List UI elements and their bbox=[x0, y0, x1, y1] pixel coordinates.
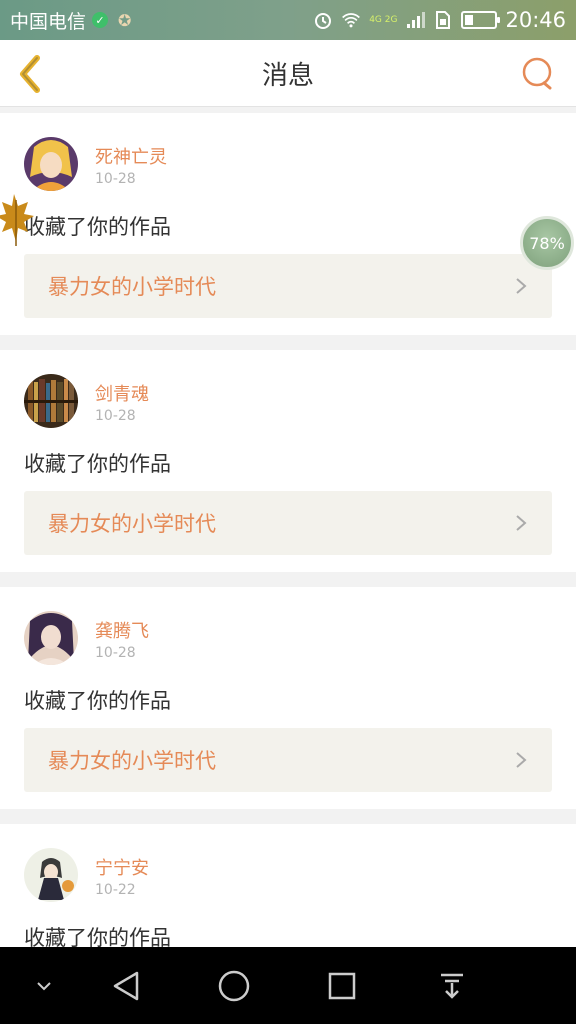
battery-icon bbox=[461, 11, 501, 29]
app-header: 消息 bbox=[0, 40, 576, 107]
username[interactable]: 剑青魂 bbox=[95, 380, 149, 406]
search-icon bbox=[522, 57, 552, 90]
notification-pull-icon bbox=[441, 973, 463, 999]
shield-check-icon: ✓ bbox=[92, 12, 109, 28]
message-date: 10-28 bbox=[95, 645, 136, 661]
work-title: 暴力女的小学时代 bbox=[48, 275, 216, 299]
network-type-label: 4G 2G bbox=[369, 14, 398, 25]
list-item: 死神亡灵 10-28 收藏了你的作品 暴力女的小学时代 bbox=[0, 113, 576, 335]
message-date: 10-28 bbox=[95, 171, 136, 187]
work-link[interactable]: 暴力女的小学时代 bbox=[24, 728, 552, 792]
chevron-right-icon bbox=[516, 752, 527, 768]
maple-leaf-icon bbox=[0, 194, 34, 246]
alarm-icon bbox=[313, 10, 333, 30]
home-nav-button[interactable] bbox=[212, 947, 256, 1024]
avatar[interactable] bbox=[24, 611, 78, 665]
avatar[interactable] bbox=[24, 374, 78, 428]
system-nav-bar bbox=[0, 947, 576, 1024]
message-action: 收藏了你的作品 bbox=[24, 215, 171, 239]
username[interactable]: 死神亡灵 bbox=[95, 143, 167, 169]
message-date: 10-28 bbox=[95, 408, 136, 424]
chevron-right-icon bbox=[516, 515, 527, 531]
list-item: 宁宁安 10-22 收藏了你的作品 bbox=[0, 824, 576, 947]
work-title: 暴力女的小学时代 bbox=[48, 749, 216, 773]
back-triangle-icon bbox=[113, 971, 139, 1000]
clock: 20:46 bbox=[505, 8, 566, 32]
work-link[interactable]: 暴力女的小学时代 bbox=[24, 254, 552, 318]
memory-boost-bubble[interactable]: 78% bbox=[520, 216, 574, 270]
notification-pull-button[interactable] bbox=[430, 947, 474, 1024]
work-link[interactable]: 暴力女的小学时代 bbox=[24, 491, 552, 555]
collapse-icon bbox=[37, 981, 51, 990]
collapse-button[interactable] bbox=[24, 947, 64, 1024]
avatar[interactable] bbox=[24, 848, 78, 902]
back-nav-button[interactable] bbox=[104, 947, 148, 1024]
username[interactable]: 宁宁安 bbox=[95, 854, 149, 880]
memory-percent: 78% bbox=[529, 233, 565, 253]
chevron-right-icon bbox=[516, 278, 527, 294]
page-title: 消息 bbox=[261, 60, 314, 91]
message-date: 10-22 bbox=[95, 882, 136, 898]
chevron-left-icon bbox=[20, 55, 40, 93]
message-action: 收藏了你的作品 bbox=[24, 452, 171, 476]
status-bar: 中国电信 ✓ ✪ 4G 2G 20:46 bbox=[0, 0, 576, 40]
list-item: 剑青魂 10-28 收藏了你的作品 暴力女的小学时代 bbox=[0, 350, 576, 572]
message-list[interactable]: 死神亡灵 10-28 收藏了你的作品 暴力女的小学时代 剑青魂 10-28 收藏… bbox=[0, 113, 576, 947]
home-circle-icon bbox=[218, 970, 250, 1001]
username[interactable]: 龚腾飞 bbox=[95, 617, 149, 643]
star-icon: ✪ bbox=[118, 10, 132, 30]
sim-icon bbox=[433, 10, 453, 30]
work-title: 暴力女的小学时代 bbox=[48, 512, 216, 536]
message-action: 收藏了你的作品 bbox=[24, 926, 171, 947]
message-action: 收藏了你的作品 bbox=[24, 689, 171, 713]
signal-icon bbox=[405, 10, 426, 30]
wifi-icon bbox=[341, 10, 361, 30]
search-button[interactable] bbox=[520, 56, 556, 92]
list-item: 龚腾飞 10-28 收藏了你的作品 暴力女的小学时代 bbox=[0, 587, 576, 809]
recents-square-icon bbox=[328, 972, 356, 999]
carrier-label: 中国电信 bbox=[10, 10, 87, 33]
back-button[interactable] bbox=[10, 52, 50, 96]
recents-nav-button[interactable] bbox=[320, 947, 364, 1024]
avatar[interactable] bbox=[24, 137, 78, 191]
